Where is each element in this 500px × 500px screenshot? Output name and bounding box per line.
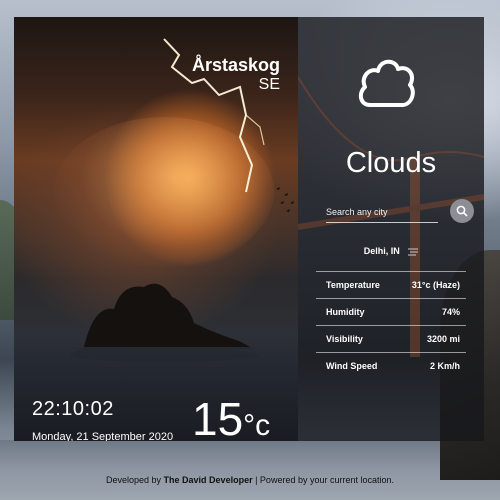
search-bar <box>316 199 474 223</box>
haze-icon <box>408 248 419 256</box>
background-water <box>0 440 500 500</box>
current-temperature: 15°c <box>192 394 270 441</box>
city-name: Årstaskog <box>191 55 280 75</box>
hero-panel: Årstaskog SE 22:10:02 Monday, 21 Septemb… <box>14 17 298 441</box>
footer: Developed by The David Developer | Power… <box>0 475 500 485</box>
detail-value: 2 Km/h <box>429 361 460 371</box>
weather-info-panel: Clouds Delhi, IN Temperature 31°c (Haze)… <box>298 17 484 441</box>
detail-label: Wind Speed <box>326 361 378 371</box>
detail-row-temperature: Temperature 31°c (Haze) <box>316 271 466 298</box>
country-code: SE <box>258 76 280 93</box>
search-input[interactable] <box>326 201 438 223</box>
detail-row-visibility: Visibility 3200 mi <box>316 325 466 352</box>
temperature-value: 15 <box>192 393 244 441</box>
detail-value: 3200 mi <box>426 334 460 344</box>
detail-row-wind-speed: Wind Speed 2 Km/h <box>316 352 466 379</box>
weather-condition: Clouds <box>345 147 437 179</box>
detail-value: 74% <box>441 307 460 317</box>
detail-label: Visibility <box>326 334 363 344</box>
temperature-unit: °c <box>243 409 271 441</box>
place-label: Delhi, IN <box>363 246 400 256</box>
clock: 22:10:02 <box>32 398 114 420</box>
detail-value: 31°c (Haze) <box>411 280 460 290</box>
search-icon <box>456 205 468 217</box>
searched-place: Delhi, IN <box>298 246 484 256</box>
search-button[interactable] <box>450 199 474 223</box>
footer-author: The David Developer <box>163 475 253 485</box>
detail-row-humidity: Humidity 74% <box>316 298 466 325</box>
detail-label: Temperature <box>326 280 380 290</box>
weather-details: Temperature 31°c (Haze) Humidity 74% Vis… <box>316 271 466 379</box>
detail-label: Humidity <box>326 307 365 317</box>
date: Monday, 21 September 2020 <box>32 431 174 441</box>
location: Årstaskog SE <box>192 55 280 95</box>
footer-suffix: | Powered by your current location. <box>255 475 395 485</box>
footer-prefix: Developed by <box>105 475 162 485</box>
cloud-icon <box>358 59 415 107</box>
